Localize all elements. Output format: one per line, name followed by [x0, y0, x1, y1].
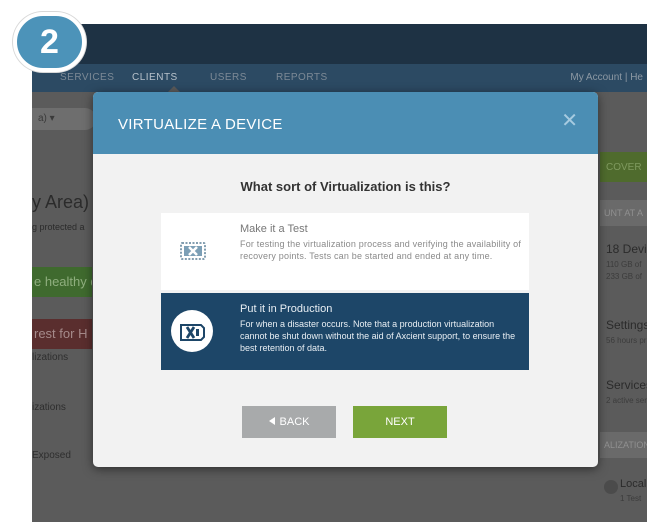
modal-header: VIRTUALIZE A DEVICE ✕ [93, 92, 598, 154]
option-make-test[interactable]: Make it a Test For testing the virtualiz… [161, 213, 529, 290]
healthy-banner: e healthy d [32, 267, 92, 297]
nav-bar [32, 64, 647, 92]
step-badge: 2 [13, 12, 86, 72]
option-test-title: Make it a Test [240, 223, 308, 235]
devices-sub-2: 233 GB of [606, 272, 643, 281]
close-icon[interactable]: ✕ [561, 108, 578, 133]
nav-item-services: SERVICES [60, 72, 115, 83]
virtualization-icon [180, 242, 206, 260]
recover-button: COVER [600, 152, 647, 182]
back-button-label: BACK [279, 416, 310, 428]
nav-item-reports: REPORTS [276, 72, 328, 83]
nav-item-users: USERS [210, 72, 247, 83]
back-button[interactable]: BACK [242, 406, 336, 438]
bg-row-exposed: Exposed [32, 450, 71, 461]
page-title: y Area) [32, 192, 90, 212]
back-arrow-icon [268, 417, 275, 426]
settings-title: Settings [606, 318, 647, 332]
next-button[interactable]: NEXT [353, 406, 447, 438]
alert-banner: rest for H [32, 319, 92, 349]
option-test-description: For testing the virtualization process a… [240, 239, 522, 261]
virtualization-question: What sort of Virtualization is this? [240, 179, 451, 194]
local-vm-title: Local VM [620, 478, 647, 490]
bg-row-virtualizations-2: izations [32, 402, 66, 413]
nav-item-clients: CLIENTS [132, 72, 178, 83]
services-title: Services [606, 378, 647, 392]
virtualization-header: ALIZATION [600, 432, 647, 458]
option-production-description: For when a disaster occurs. Note that a … [240, 319, 516, 353]
page-subtitle: g protected a [32, 222, 85, 232]
option-production[interactable]: Put it in Production For when a disaster… [161, 293, 529, 370]
top-bar [32, 24, 647, 64]
right-panel: COVER UNT AT A 18 Devic 110 GB of 233 GB… [600, 152, 647, 522]
local-vm-status-icon [604, 480, 618, 494]
account-header: UNT AT A [600, 200, 647, 226]
virtualize-modal: VIRTUALIZE A DEVICE ✕ What sort of Virtu… [93, 92, 598, 467]
virtualization-icon [180, 324, 205, 341]
bg-row-virtualizations: lizations [32, 352, 69, 363]
services-sub: 2 active serv [606, 396, 647, 405]
breadcrumb-label: a) [38, 113, 47, 124]
devices-sub-1: 110 GB of [606, 260, 642, 269]
production-icon-circle [171, 310, 213, 352]
devices-title: 18 Devic [606, 242, 647, 256]
settings-sub: 56 hours pr [606, 336, 647, 345]
breadcrumb: a) ▾ [32, 108, 96, 130]
option-production-title: Put it in Production [240, 303, 333, 315]
modal-title: VIRTUALIZE A DEVICE [118, 116, 283, 133]
nav-my-account: My Account | He [570, 72, 643, 83]
local-vm-sub: 1 Test [620, 494, 642, 503]
